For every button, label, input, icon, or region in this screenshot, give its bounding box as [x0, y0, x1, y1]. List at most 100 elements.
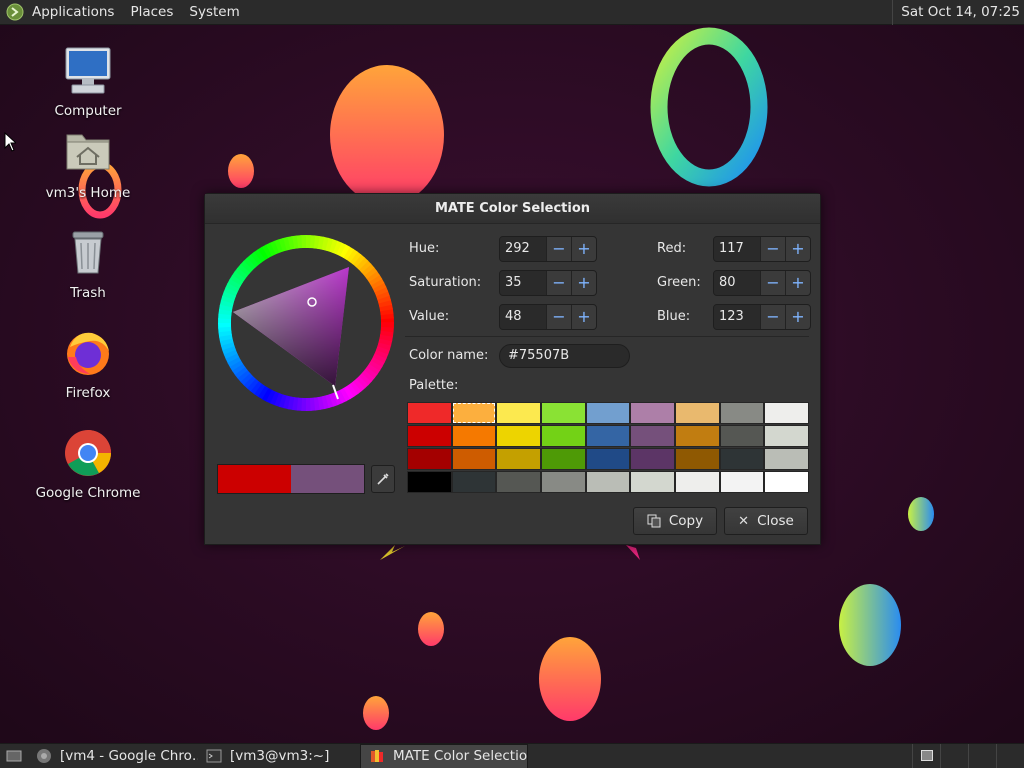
palette-swatch[interactable]: [496, 425, 542, 447]
value-decrement-icon[interactable]: −: [546, 305, 571, 329]
value-label: Value:: [409, 309, 450, 324]
clock[interactable]: Sat Oct 14, 07:25: [892, 0, 1020, 25]
value-increment-icon[interactable]: +: [571, 305, 596, 329]
blue-value[interactable]: 123: [714, 305, 760, 329]
palette-swatch[interactable]: [407, 425, 452, 447]
blue-spinner[interactable]: 123 − +: [713, 304, 811, 330]
desktop-icon-computer[interactable]: Computer: [33, 45, 143, 119]
palette-swatch[interactable]: [585, 402, 631, 424]
saturation-spinner[interactable]: 35 − +: [499, 270, 597, 296]
workspace-2[interactable]: [940, 744, 968, 768]
workspace-1[interactable]: [912, 744, 940, 768]
blue-decrement-icon[interactable]: −: [760, 305, 785, 329]
green-spinner[interactable]: 80 − +: [713, 270, 811, 296]
red-increment-icon[interactable]: +: [785, 237, 810, 261]
palette-swatch[interactable]: [764, 448, 810, 470]
system-menu[interactable]: System: [181, 0, 247, 25]
palette-swatch[interactable]: [630, 471, 676, 493]
red-decrement-icon[interactable]: −: [760, 237, 785, 261]
palette-swatch[interactable]: [675, 448, 720, 470]
desktop-icon-firefox[interactable]: Firefox: [33, 327, 143, 401]
hue-increment-icon[interactable]: +: [571, 237, 596, 261]
palette-swatch[interactable]: [764, 425, 810, 447]
workspace-4[interactable]: [996, 744, 1024, 768]
palette-swatch[interactable]: [541, 402, 586, 424]
palette-swatch[interactable]: [719, 448, 765, 470]
taskbar-item-label: [vm3@vm3:~]: [230, 748, 330, 764]
taskbar-item-label: [vm4 - Google Chro…: [60, 748, 198, 764]
red-value[interactable]: 117: [714, 237, 760, 261]
palette-swatch[interactable]: [407, 471, 452, 493]
blue-increment-icon[interactable]: +: [785, 305, 810, 329]
desktop-icon-label: Computer: [54, 103, 122, 119]
palette-swatch[interactable]: [541, 448, 586, 470]
saturation-value[interactable]: 35: [500, 271, 546, 295]
palette-swatch[interactable]: [451, 448, 497, 470]
green-decrement-icon[interactable]: −: [760, 271, 785, 295]
show-desktop-button[interactable]: [0, 744, 28, 768]
palette-swatch[interactable]: [407, 448, 452, 470]
palette-swatch[interactable]: [585, 448, 631, 470]
palette-swatch[interactable]: [764, 471, 810, 493]
palette-swatch[interactable]: [585, 425, 631, 447]
blue-label: Blue:: [657, 309, 691, 324]
palette-swatch[interactable]: [451, 425, 497, 447]
desktop-icon-chrome[interactable]: Google Chrome: [33, 427, 143, 501]
desktop-icon-home[interactable]: vm3's Home: [33, 127, 143, 201]
hue-spinner[interactable]: 292 − +: [499, 236, 597, 262]
show-desktop-icon: [6, 750, 22, 762]
palette-swatch[interactable]: [675, 402, 720, 424]
applications-menu-label: Applications: [32, 4, 115, 20]
palette-swatch[interactable]: [719, 471, 765, 493]
palette-swatch[interactable]: [496, 402, 542, 424]
palette-swatch[interactable]: [675, 425, 720, 447]
color-selection-icon: [371, 750, 383, 762]
palette-swatch[interactable]: [630, 448, 676, 470]
color-wheel[interactable]: [217, 234, 395, 412]
saturation-decrement-icon[interactable]: −: [546, 271, 571, 295]
workspace-3[interactable]: [968, 744, 996, 768]
desktop-icon-trash[interactable]: Trash: [33, 227, 143, 301]
copy-button[interactable]: Copy: [633, 507, 717, 535]
previous-color-swatch[interactable]: [291, 465, 364, 493]
firefox-icon: [67, 332, 109, 375]
palette-swatch[interactable]: [541, 425, 586, 447]
palette-swatch[interactable]: [585, 471, 631, 493]
taskbar-item-chrome[interactable]: [vm4 - Google Chro…: [28, 744, 198, 768]
palette-swatch[interactable]: [407, 402, 452, 424]
palette-swatch[interactable]: [451, 471, 497, 493]
green-value[interactable]: 80: [714, 271, 760, 295]
eyedropper-button[interactable]: [371, 465, 395, 493]
palette-swatch[interactable]: [764, 402, 810, 424]
palette-swatch[interactable]: [719, 402, 765, 424]
palette-grid: [407, 402, 810, 494]
palette-swatch[interactable]: [496, 471, 542, 493]
value-value[interactable]: 48: [500, 305, 546, 329]
dialog-title[interactable]: MATE Color Selection: [205, 194, 820, 224]
current-color-swatch: [218, 465, 291, 493]
palette-swatch[interactable]: [630, 425, 676, 447]
palette-swatch[interactable]: [541, 471, 586, 493]
green-increment-icon[interactable]: +: [785, 271, 810, 295]
taskbar-item-color-selection[interactable]: MATE Color Selection: [360, 743, 528, 768]
value-spinner[interactable]: 48 − +: [499, 304, 597, 330]
palette-swatch[interactable]: [496, 448, 542, 470]
saturation-increment-icon[interactable]: +: [571, 271, 596, 295]
desktop-icon-label: Trash: [70, 285, 106, 301]
palette-swatch[interactable]: [719, 425, 765, 447]
color-preview: [217, 464, 365, 494]
applications-menu[interactable]: Applications: [0, 0, 122, 25]
hue-decrement-icon[interactable]: −: [546, 237, 571, 261]
palette-swatch[interactable]: [675, 471, 720, 493]
eyedropper-icon: [377, 473, 389, 485]
color-name-input[interactable]: #75507B: [499, 344, 630, 368]
places-menu[interactable]: Places: [122, 0, 181, 25]
palette-swatch[interactable]: [451, 402, 497, 424]
hue-value[interactable]: 292: [500, 237, 546, 261]
palette-swatch[interactable]: [630, 402, 676, 424]
hue-ring-segment[interactable]: [380, 322, 394, 328]
taskbar-item-terminal[interactable]: [vm3@vm3:~]: [198, 744, 360, 768]
red-spinner[interactable]: 117 − +: [713, 236, 811, 262]
desktop-icon-label: Firefox: [65, 385, 111, 401]
close-button[interactable]: ✕ Close: [724, 507, 808, 535]
